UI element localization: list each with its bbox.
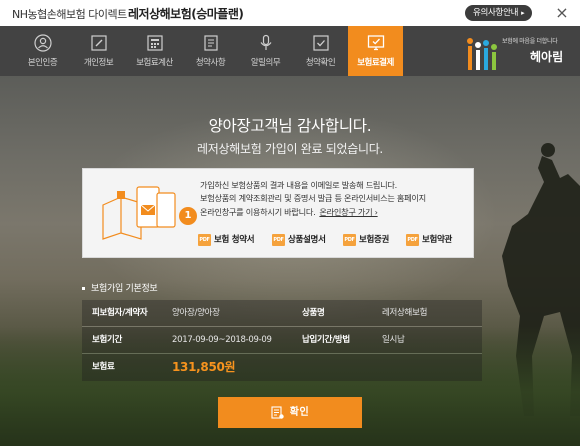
step-confirmation[interactable]: 청약확인 — [293, 26, 348, 76]
row-background — [82, 354, 482, 381]
notice-line: 가입하신 보험상품의 결과 내용을 이메일로 발송해 드립니다. — [200, 180, 397, 190]
email-notice: 가입하신 보험상품의 결과 내용을 이메일로 발송해 드립니다. 보험상품의 계… — [200, 179, 426, 219]
premium-value: 131,850원 — [172, 360, 236, 374]
doc-label: 보험증권 — [359, 235, 390, 245]
brand-logo: 보험에 마음을 더합니다 헤아림 — [466, 32, 576, 76]
pdf-icon: PDF — [198, 233, 211, 246]
pdf-icon: PDF — [406, 233, 419, 246]
logo-figures-icon — [467, 38, 497, 70]
confirm-document-icon — [271, 405, 284, 419]
step-label: 보험료결제 — [357, 58, 394, 68]
step-personal-info[interactable]: 개인정보 — [71, 26, 126, 76]
doc-product-description-link[interactable]: PDF 상품설명서 — [272, 233, 326, 249]
table-row: 보험료 131,850원 — [82, 354, 482, 381]
step-label: 개인정보 — [83, 58, 114, 68]
step-payment[interactable]: 보험료결제 — [348, 26, 403, 76]
insured-header: 피보험자/계약자 — [92, 308, 148, 318]
confirm-label: 확인 — [289, 407, 310, 418]
notice-button[interactable]: 유의사항안내 ▸ — [465, 5, 533, 21]
step-label: 보험료계산 — [136, 58, 173, 68]
result-info-card: 1 가입하신 보험상품의 결과 내용을 이메일로 발송해 드립니다. 보험상품의… — [82, 168, 474, 258]
product-title: 레저상해보험(승마플랜) — [128, 7, 244, 21]
step-label: 청약사항 — [195, 58, 226, 68]
step-label: 본인인증 — [27, 58, 58, 68]
section-title-text: 보험가입 기본정보 — [91, 284, 158, 294]
edit-icon — [90, 35, 107, 51]
notice-line: 보험상품의 계약조회관리 및 증명서 발급 등 온라인서비스는 홈페이지 — [200, 193, 426, 204]
chevron-right-icon: ▸ — [521, 9, 525, 17]
logo-slogan: 보험에 마음을 더합니다 — [502, 38, 558, 45]
doc-application-link[interactable]: PDF 보험 청약서 — [198, 233, 255, 249]
step-premium-calc[interactable]: 보험료계산 — [127, 26, 182, 76]
table-row: 보험기간 2017-09-09~2018-09-09 납입기간/방법 일시납 — [82, 327, 482, 354]
doc-policy-certificate-link[interactable]: PDF 보험증권 — [343, 233, 389, 249]
calculator-icon — [146, 35, 163, 51]
insured-value: 양아장/양아장 — [172, 308, 220, 318]
row-background — [82, 327, 482, 353]
devices-mail-illustration — [102, 186, 176, 240]
document-icon — [203, 35, 218, 51]
bullet-icon — [82, 287, 85, 290]
microphone-icon — [260, 34, 271, 50]
payment-method-value: 일시납 — [382, 335, 405, 345]
step-badge: 1 — [179, 207, 197, 225]
section-title: 보험가입 기본정보 — [82, 281, 158, 294]
doc-label: 보험 청약서 — [214, 235, 255, 245]
step-identity[interactable]: 본인인증 — [15, 26, 70, 76]
confirm-button[interactable]: 확인 — [218, 397, 362, 428]
logo-text: 헤아림 — [530, 50, 564, 64]
title-bar: NH농협손해보험 다이렉트 레저상해보험(승마플랜) 유의사항안내 ▸ × — [0, 0, 580, 26]
period-header: 보험기간 — [92, 335, 123, 345]
doc-label: 보험약관 — [422, 235, 453, 245]
thank-you-heading: 양아장고객님 감사합니다. — [208, 117, 372, 135]
table-row: 피보험자/계약자 양아장/양아장 상품명 레저상해보험 — [82, 300, 482, 327]
step-application[interactable]: 청약사항 — [183, 26, 238, 76]
notice-line-with-link: 온라인창구를 이용하시기 바랍니다. 온라인창구 가기 › — [200, 206, 426, 219]
online-service-link[interactable]: 온라인창구 가기 › — [319, 207, 378, 217]
completion-message: 레저상해보험 가입이 완료 되었습니다. — [197, 142, 383, 156]
person-icon — [33, 34, 52, 52]
product-value: 레저상해보험 — [382, 308, 428, 318]
doc-terms-link[interactable]: PDF 보험약관 — [406, 233, 452, 249]
notice-line: 온라인창구를 이용하시기 바랍니다. — [200, 206, 316, 217]
pdf-icon: PDF — [343, 233, 356, 246]
checkbox-icon — [312, 35, 329, 51]
pdf-icon: PDF — [272, 233, 285, 246]
step-label: 청약확인 — [305, 58, 336, 68]
premium-header: 보험료 — [92, 362, 115, 372]
step-nav: 본인인증 개인정보 보험료계산 청약사항 알릴의무 청약확인 보험료결제 보험에… — [0, 26, 580, 76]
policy-info-table: 피보험자/계약자 양아장/양아장 상품명 레저상해보험 보험기간 2017-09… — [82, 300, 482, 382]
payment-icon — [367, 35, 384, 51]
step-label: 알릴의무 — [250, 58, 281, 68]
product-header: 상품명 — [302, 308, 325, 318]
doc-label: 상품설명서 — [288, 235, 326, 245]
brand-name: NH농협손해보험 다이렉트 — [12, 8, 127, 21]
period-value: 2017-09-09~2018-09-09 — [172, 335, 272, 345]
notice-label: 유의사항안내 — [473, 8, 519, 18]
close-icon[interactable]: × — [550, 2, 574, 24]
payment-method-header: 납입기간/방법 — [302, 335, 350, 345]
step-disclosure[interactable]: 알릴의무 — [238, 26, 293, 76]
